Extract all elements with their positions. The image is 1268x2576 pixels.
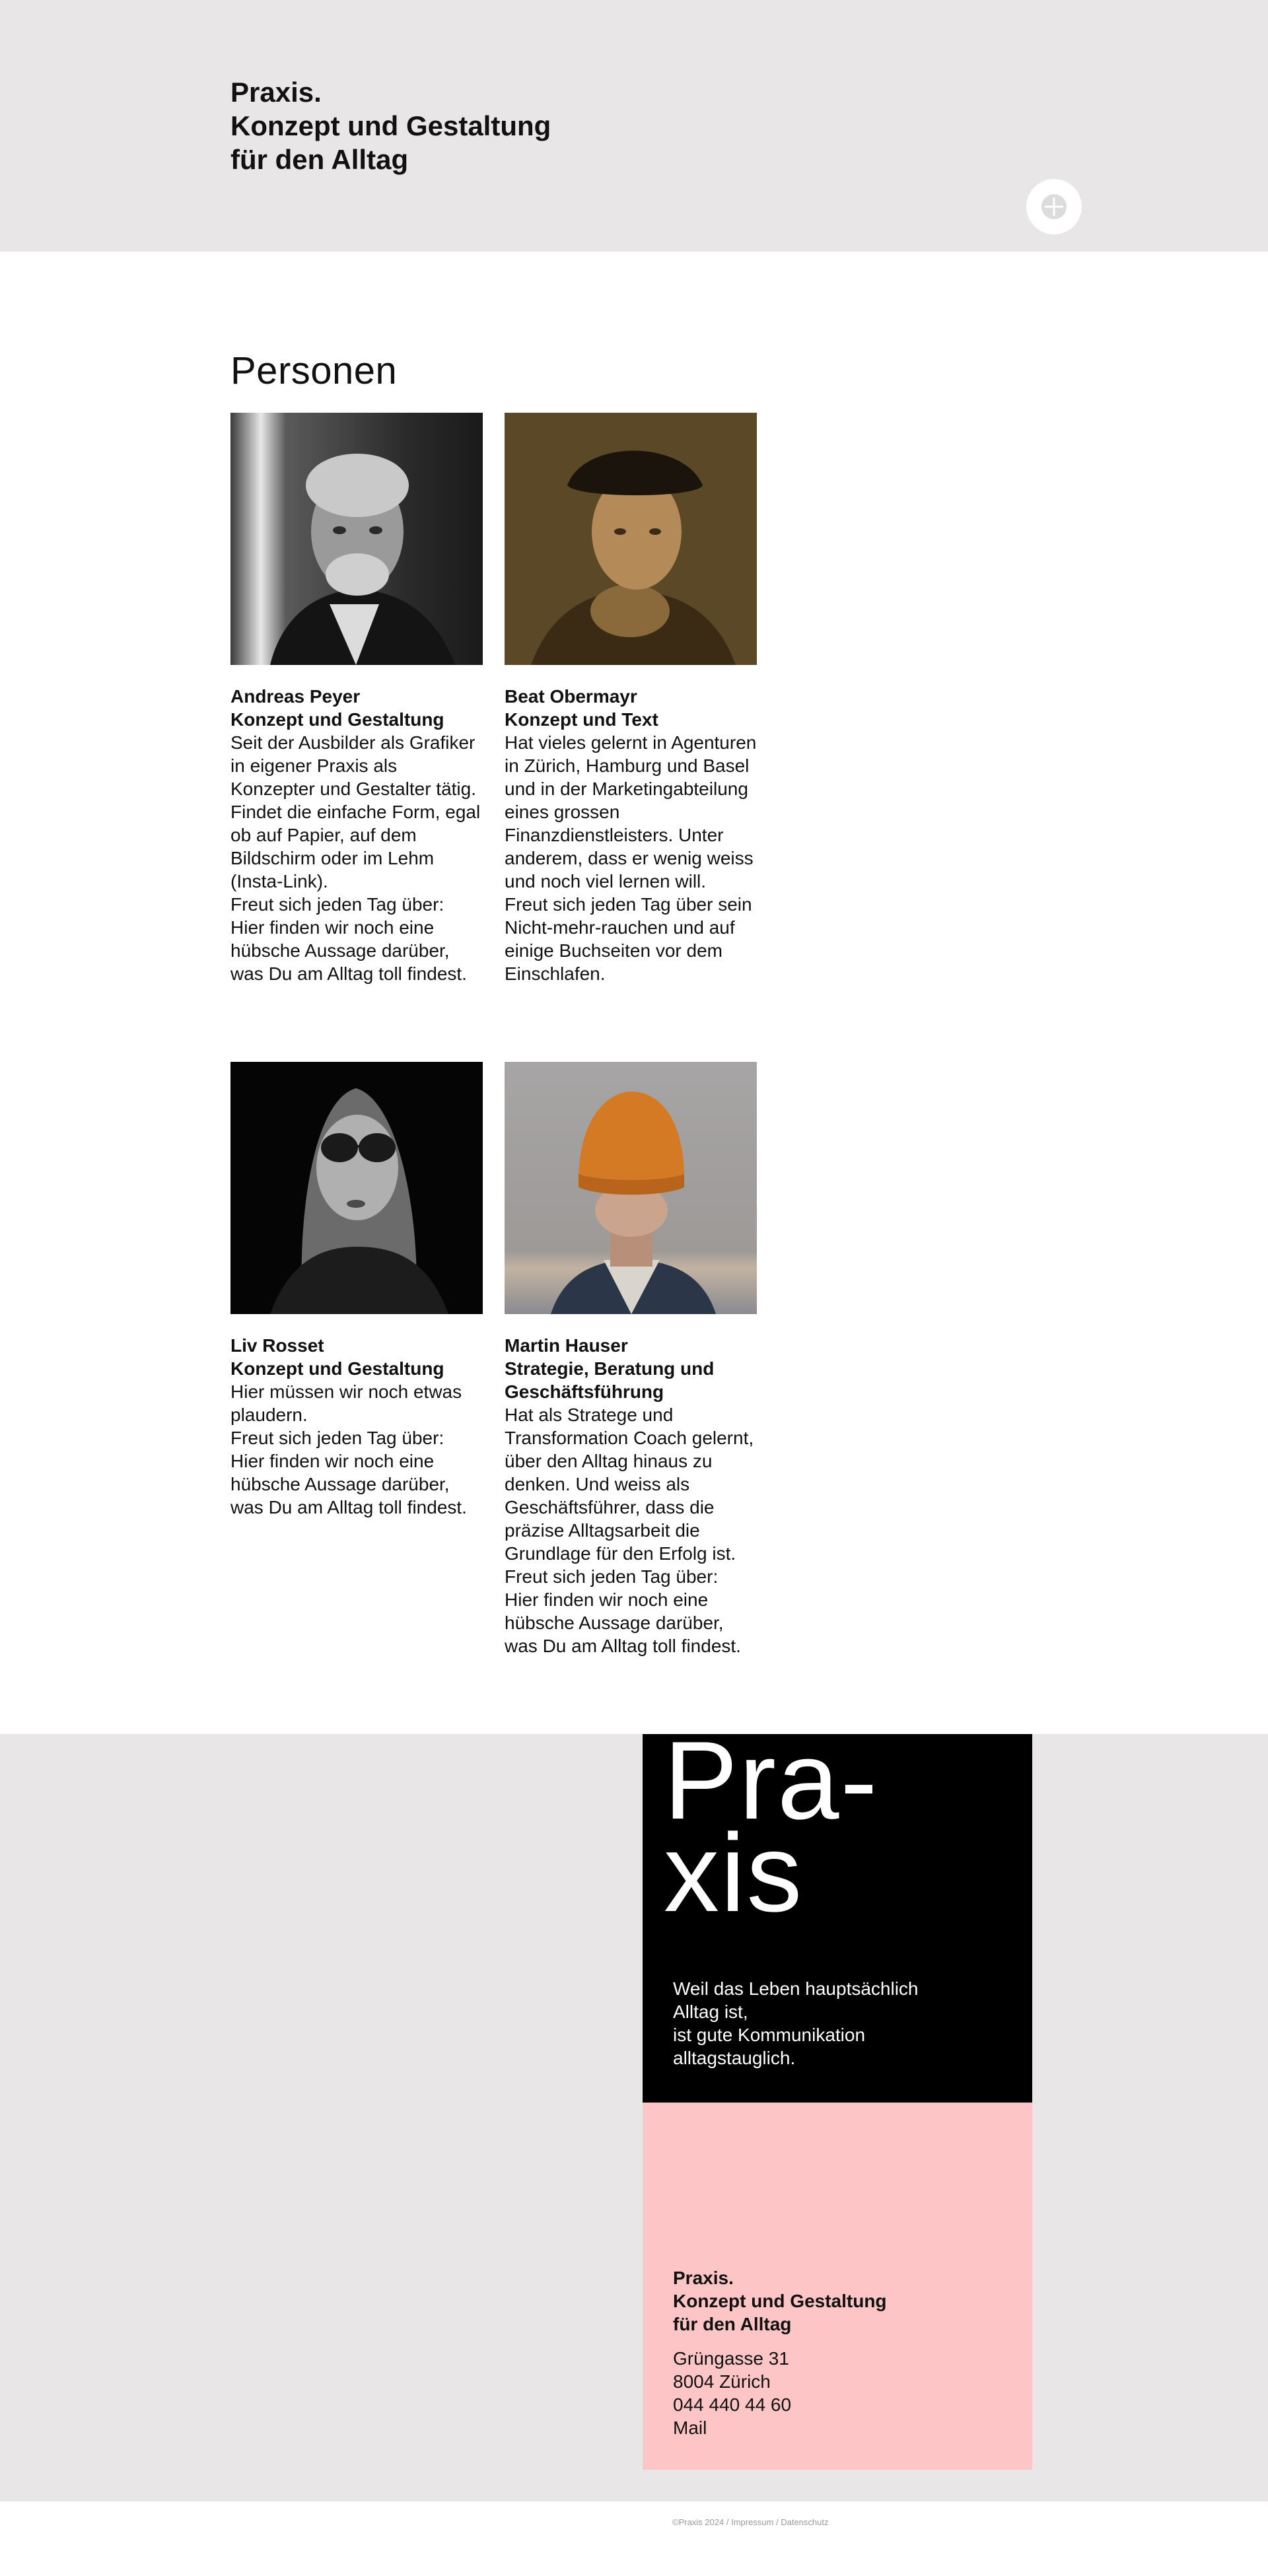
- plus-icon: [1041, 194, 1067, 219]
- menu-button[interactable]: [1026, 179, 1082, 234]
- person-name: Beat Obermayr: [505, 686, 637, 707]
- site-title-line-3: für den Alltag: [230, 144, 409, 175]
- person-bio: Hat als Stratege und Transformation Coac…: [505, 1405, 754, 1656]
- site-header: Praxis. Konzept und Gestaltung für den A…: [0, 0, 1268, 252]
- legal-separator: /: [773, 2517, 781, 2527]
- legal-line: ©Praxis 2024 / Impressum / Datenschutz: [672, 2517, 828, 2527]
- contact-title-line-3: für den Alltag: [673, 2314, 792, 2334]
- portrait-image: [505, 413, 757, 665]
- mail-link[interactable]: Mail: [673, 2416, 791, 2439]
- person-text: Beat Obermayr Konzept und Text Hat viele…: [505, 685, 757, 985]
- site-title-line-1: Praxis.: [230, 77, 322, 108]
- contact-title-line-1: Praxis.: [673, 2268, 734, 2288]
- person-bio: Hat vieles gelernt in Agenturen in Züric…: [505, 732, 757, 984]
- datenschutz-link[interactable]: Datenschutz: [781, 2517, 828, 2527]
- contact-title: Praxis. Konzept und Gestaltung für den A…: [673, 2266, 887, 2336]
- person-card: Liv Rosset Konzept und Gestaltung Hier m…: [230, 1062, 483, 1519]
- portrait-image: [505, 1062, 757, 1314]
- contact-title-line-2: Konzept und Gestaltung: [673, 2291, 887, 2311]
- copyright-text: ©Praxis 2024: [672, 2517, 724, 2527]
- footer-contact-card: Praxis. Konzept und Gestaltung für den A…: [643, 2103, 1032, 2470]
- footer-logo-card: Pra- xis Weil das Leben hauptsächlich Al…: [643, 1725, 1032, 2103]
- person-text: Martin Hauser Strategie, Beratung und Ge…: [505, 1334, 757, 1657]
- person-name: Andreas Peyer: [230, 686, 361, 707]
- person-bio: Hier müssen wir noch etwas plaudern. Fre…: [230, 1381, 467, 1517]
- person-text: Liv Rosset Konzept und Gestaltung Hier m…: [230, 1334, 483, 1519]
- section-title-personen: Personen: [230, 349, 398, 392]
- person-name: Martin Hauser: [505, 1335, 628, 1356]
- person-bio: Seit der Ausbilder als Grafiker in eigen…: [230, 732, 481, 984]
- person-role: Konzept und Gestaltung: [230, 709, 444, 730]
- phone-number[interactable]: 044 440 44 60: [673, 2393, 791, 2416]
- footer-tagline: Weil das Leben hauptsächlich Alltag ist,…: [673, 1978, 919, 2068]
- impressum-link[interactable]: Impressum: [731, 2517, 773, 2527]
- person-name: Liv Rosset: [230, 1335, 324, 1356]
- portrait-image: [230, 1062, 483, 1314]
- site-title-line-2: Konzept und Gestaltung: [230, 110, 551, 141]
- footer-logo: Pra- xis: [664, 1725, 878, 1928]
- person-role: Konzept und Gestaltung: [230, 1358, 444, 1379]
- portrait-image: [230, 413, 483, 665]
- contact-address: Grüngasse 31 8004 Zürich 044 440 44 60 M…: [673, 2347, 791, 2439]
- footer-band: [0, 1734, 1268, 2501]
- person-text: Andreas Peyer Konzept und Gestaltung Sei…: [230, 685, 483, 985]
- legal-separator: /: [724, 2517, 732, 2527]
- address-city: 8004 Zürich: [673, 2371, 771, 2392]
- person-card: Martin Hauser Strategie, Beratung und Ge…: [505, 1062, 757, 1657]
- person-card: Beat Obermayr Konzept und Text Hat viele…: [505, 413, 757, 985]
- address-street: Grüngasse 31: [673, 2348, 789, 2369]
- site-title[interactable]: Praxis. Konzept und Gestaltung für den A…: [230, 75, 551, 176]
- person-role: Strategie, Beratung und Geschäftsführung: [505, 1358, 715, 1402]
- person-role: Konzept und Text: [505, 709, 658, 730]
- person-card: Andreas Peyer Konzept und Gestaltung Sei…: [230, 413, 483, 985]
